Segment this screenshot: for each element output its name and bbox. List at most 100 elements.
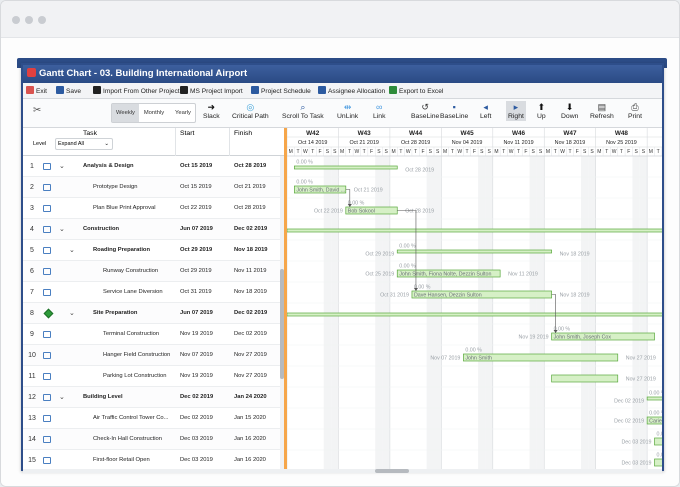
toolbar-button-unlink[interactable]: ⇹ UnLink [337,102,358,120]
table-row[interactable]: 4 ⌄ Construction Jun 07 2019 Dec 02 2019 [23,219,280,240]
menu-item-save[interactable]: Save [56,86,81,97]
task-start[interactable]: Nov 19 2019 [180,366,213,387]
toolbar-button-critical-path[interactable]: ◎ Critical Path [232,102,269,120]
task-name[interactable]: Check-In Hall Construction [93,429,173,450]
table-row[interactable]: 6 Runway Construction Oct 29 2019 Nov 11 20… [23,261,280,282]
toolbar-button-up[interactable]: ⬆ Up [537,102,546,120]
task-name[interactable]: Site Preparation [93,303,173,324]
table-row[interactable]: 14 Check-In Hall Construction Dec 03 2019 J… [23,429,280,450]
gantt-bar[interactable] [396,249,552,254]
gantt-bar[interactable] [646,396,662,401]
task-name[interactable]: Parking Lot Construction [103,366,173,387]
task-name[interactable]: Construction [83,219,173,240]
gantt-bar[interactable] [287,312,662,317]
gantt-bar[interactable] [551,374,619,383]
task-finish[interactable]: Dec 02 2019 [234,219,267,240]
edit-task-icon[interactable] [43,289,51,296]
task-start[interactable]: Nov 07 2019 [180,345,213,366]
table-row[interactable]: 10 Hanger Field Construction Nov 07 2019 No… [23,345,280,366]
gantt-bar[interactable] [654,458,663,467]
toolbar-button-baseline[interactable]: ▪ BaseLine [440,102,468,120]
task-start[interactable]: Dec 02 2019 [180,387,213,408]
collapse-chevron-icon[interactable]: ⌄ [69,303,75,324]
horizontal-scroll-thumb[interactable] [375,469,409,473]
table-row[interactable]: 3 Plan Blue Print Approval Oct 22 2019 Oct … [23,198,280,219]
task-start[interactable]: Oct 29 2019 [180,261,212,282]
edit-task-icon[interactable] [43,457,51,464]
toolbar-button-link[interactable]: ∞ Link [373,102,385,120]
menu-item-export-to-excel[interactable]: Export to Excel [389,86,443,97]
task-finish[interactable]: Nov 18 2019 [234,282,267,303]
task-name[interactable]: Runway Construction [103,261,173,282]
milestone-icon[interactable] [43,308,54,319]
task-name[interactable]: Building Level [83,387,173,408]
task-start[interactable]: Jun 07 2019 [180,303,213,324]
task-start[interactable]: Oct 29 2019 [180,240,212,261]
edit-task-icon[interactable] [43,247,51,254]
table-row[interactable]: 7 Service Lane Diversion Oct 31 2019 Nov 18… [23,282,280,303]
task-start[interactable]: Nov 19 2019 [180,324,213,345]
task-start[interactable]: Oct 15 2019 [180,177,212,198]
window-dot-icon[interactable] [12,16,20,24]
task-name[interactable]: Plan Blue Print Approval [93,198,173,219]
column-header-start[interactable]: Start [180,130,194,137]
menu-item-exit[interactable]: Exit [26,86,47,97]
toolbar-button-scroll-to-task[interactable]: ⌕ Scroll To Task [282,102,324,120]
table-row[interactable]: 13 Air Traffic Control Tower Co... Dec 02 … [23,408,280,429]
toolbar-button-left[interactable]: ◂ Left [480,102,491,120]
task-finish[interactable]: Nov 27 2019 [234,366,267,387]
task-finish[interactable]: Oct 28 2019 [234,156,266,177]
menu-item-ms-project-import[interactable]: MS Project Import [180,86,243,97]
task-finish[interactable]: Nov 11 2019 [234,261,266,282]
menu-item-assignee-allocation[interactable]: Assignee Allocation [318,86,385,97]
horizontal-scrollbar[interactable] [23,469,662,473]
task-name[interactable]: Terminal Construction [103,324,173,345]
edit-task-icon[interactable] [43,226,51,233]
toolbar-button-down[interactable]: ⬇ Down [561,102,578,120]
task-finish[interactable]: Nov 27 2019 [234,345,267,366]
table-row[interactable]: 1 ⌄ Analysis & Design Oct 15 2019 Oct 28 201… [23,156,280,177]
collapse-chevron-icon[interactable]: ⌄ [59,219,65,240]
window-dot-icon[interactable] [25,16,33,24]
task-finish[interactable]: Nov 18 2019 [234,240,268,261]
edit-task-icon[interactable] [43,268,51,275]
table-row[interactable]: 8 ⌄ Site Preparation Jun 07 2019 Dec 02 2019 [23,303,280,324]
task-name[interactable]: Air Traffic Control Tower Co... [93,408,173,429]
edit-task-icon[interactable] [43,331,51,338]
toolbar-button-refresh[interactable]: ▤ Refresh [590,102,614,120]
edit-task-icon[interactable] [43,373,51,380]
window-dot-icon[interactable] [38,16,46,24]
task-name[interactable]: Hanger Field Construction [103,345,173,366]
task-name[interactable]: Analysis & Design [83,156,173,177]
toolbar-button-slack[interactable]: ➜ Slack [203,102,220,120]
task-start[interactable]: Dec 03 2019 [180,450,213,471]
table-row[interactable]: 15 First-floor Retail Open Dec 03 2019 Jan … [23,450,280,471]
table-row[interactable]: 5 ⌄ Roading Preparation Oct 29 2019 Nov 18 2… [23,240,280,261]
table-row[interactable]: 12 ⌄ Building Level Dec 02 2019 Jan 24 2020 [23,387,280,408]
table-row[interactable]: 11 Parking Lot Construction Nov 19 2019 Nov… [23,366,280,387]
collapse-chevron-icon[interactable]: ⌄ [59,387,65,408]
menu-item-project-schedule[interactable]: Project Schedule [251,86,311,97]
gantt-bar[interactable] [293,165,398,170]
task-finish[interactable]: Jan 15 2020 [234,408,266,429]
task-start[interactable]: Oct 15 2019 [180,156,212,177]
column-header-finish[interactable]: Finish [234,130,252,137]
task-finish[interactable]: Jan 16 2020 [234,429,266,450]
edit-task-icon[interactable] [43,184,51,191]
edit-task-icon[interactable] [43,415,51,422]
task-start[interactable]: Dec 02 2019 [180,408,213,429]
task-name[interactable]: Service Lane Diversion [103,282,173,303]
task-name[interactable]: Roading Preparation [93,240,173,261]
task-finish[interactable]: Dec 02 2019 [234,324,267,345]
edit-task-icon[interactable] [43,205,51,212]
task-start[interactable]: Dec 03 2019 [180,429,213,450]
gantt-bar[interactable] [654,437,663,446]
collapse-chevron-icon[interactable]: ⌄ [59,156,65,177]
task-finish[interactable]: Jan 24 2020 [234,387,267,408]
tools-icon[interactable]: ✂ [33,105,41,116]
gantt-bar[interactable] [287,228,662,233]
menu-item-import-from-other-project[interactable]: Import From Other Project [93,86,180,97]
task-start[interactable]: Jun 07 2019 [180,219,213,240]
view-yearly-button[interactable]: Yearly [169,104,197,122]
task-start[interactable]: Oct 31 2019 [180,282,212,303]
